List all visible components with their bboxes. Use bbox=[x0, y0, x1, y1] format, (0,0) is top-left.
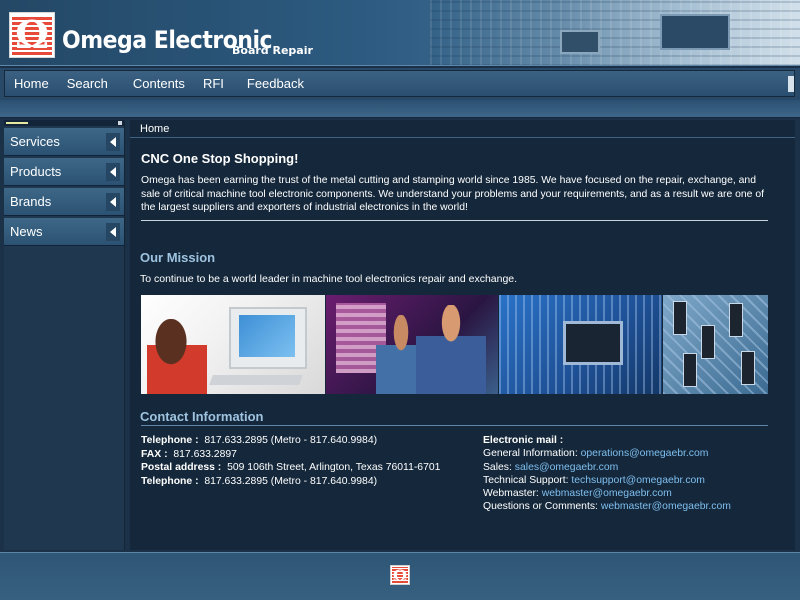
omega-glyph: Ω bbox=[15, 12, 49, 57]
contact-row: FAX : 817.633.2897 bbox=[141, 448, 237, 460]
sidebar-top-strip bbox=[4, 120, 124, 126]
nav-corner-decoration bbox=[788, 76, 794, 92]
sidebar-item-products[interactable]: Products bbox=[4, 158, 124, 186]
omega-glyph: Ω bbox=[392, 565, 408, 585]
divider bbox=[141, 425, 768, 426]
photo-woman-at-computer bbox=[141, 295, 325, 394]
intro-heading: CNC One Stop Shopping! bbox=[141, 151, 299, 166]
mission-heading: Our Mission bbox=[140, 250, 216, 265]
contact-row: Webmaster: webmaster@omegaebr.com bbox=[483, 488, 672, 500]
contact-email: Electronic mail : General Information: o… bbox=[483, 434, 773, 514]
circuit-board-banner bbox=[430, 0, 800, 65]
contact-row: Telephone : 817.633.2895 (Metro - 817.64… bbox=[141, 475, 378, 487]
contact-phone-address: Telephone : 817.633.2895 (Metro - 817.64… bbox=[141, 434, 481, 488]
contact-row: Telephone : 817.633.2895 (Metro - 817.64… bbox=[141, 435, 378, 446]
sidebar-item-label: Products bbox=[10, 164, 62, 179]
contact-row: General Information: operations@omegaebr… bbox=[483, 448, 709, 460]
sidebar-item-label: Services bbox=[10, 134, 60, 149]
nav-bar: Home Search Contents RFI Feedback bbox=[4, 70, 795, 97]
arrow-left-icon bbox=[110, 137, 116, 147]
omega-logo-icon[interactable]: Ω bbox=[390, 565, 410, 585]
photo-strip bbox=[141, 295, 768, 394]
arrow-left-icon bbox=[110, 167, 116, 177]
intro-text: Omega has been earning the trust of the … bbox=[141, 175, 764, 213]
email-link-sales[interactable]: sales@omegaebr.com bbox=[515, 462, 619, 473]
site-header: Ω Omega Electronic Board Repair bbox=[0, 0, 800, 66]
photo-circuit-chip bbox=[499, 295, 662, 394]
contact-heading: Contact Information bbox=[140, 409, 264, 424]
email-link-operations[interactable]: operations@omegaebr.com bbox=[581, 448, 709, 459]
site-footer: Ω bbox=[0, 556, 800, 600]
contact-row: Postal address : 509 106th Street, Arlin… bbox=[141, 462, 441, 473]
brand-subtitle: Board Repair bbox=[232, 44, 313, 57]
nav-search[interactable]: Search bbox=[67, 76, 108, 91]
nav-contents[interactable]: Contents bbox=[133, 76, 185, 91]
sidebar-item-label: Brands bbox=[10, 194, 52, 209]
sidebar-item-brands[interactable]: Brands bbox=[4, 188, 124, 216]
contact-row: Technical Support: techsupport@omegaebr.… bbox=[483, 474, 705, 486]
circuit-chip-graphic bbox=[560, 30, 600, 54]
mission-text: To continue to be a world leader in mach… bbox=[140, 273, 518, 285]
top-navigation: Home Search Contents RFI Feedback bbox=[0, 66, 800, 100]
main-content: Home CNC One Stop Shopping! Omega has be… bbox=[130, 120, 795, 550]
email-link-questions[interactable]: webmaster@omegaebr.com bbox=[601, 501, 731, 512]
nav-home[interactable]: Home bbox=[14, 76, 49, 91]
email-link-techsupport[interactable]: techsupport@omegaebr.com bbox=[571, 475, 705, 486]
email-heading: Electronic mail : bbox=[483, 435, 564, 446]
circuit-chip-graphic bbox=[660, 14, 730, 50]
arrow-left-icon bbox=[110, 197, 116, 207]
breadcrumb: Home bbox=[130, 120, 795, 138]
contact-row: Questions or Comments: webmaster@omegaeb… bbox=[483, 501, 731, 513]
omega-logo-icon[interactable]: Ω bbox=[9, 12, 55, 58]
divider bbox=[141, 220, 768, 221]
header-sub-bar bbox=[0, 100, 800, 118]
nav-feedback[interactable]: Feedback bbox=[247, 76, 304, 91]
email-link-webmaster[interactable]: webmaster@omegaebr.com bbox=[542, 488, 672, 499]
sidebar-item-services[interactable]: Services bbox=[4, 128, 124, 156]
photo-technicians bbox=[326, 295, 498, 394]
sidebar-item-label: News bbox=[10, 224, 43, 239]
contact-row: Sales: sales@omegaebr.com bbox=[483, 461, 619, 473]
arrow-left-icon bbox=[110, 227, 116, 237]
nav-rfi[interactable]: RFI bbox=[203, 76, 224, 91]
sidebar-item-news[interactable]: News bbox=[4, 218, 124, 246]
sidebar: Services Products Brands News bbox=[4, 120, 125, 550]
photo-circuit-board bbox=[663, 295, 768, 394]
